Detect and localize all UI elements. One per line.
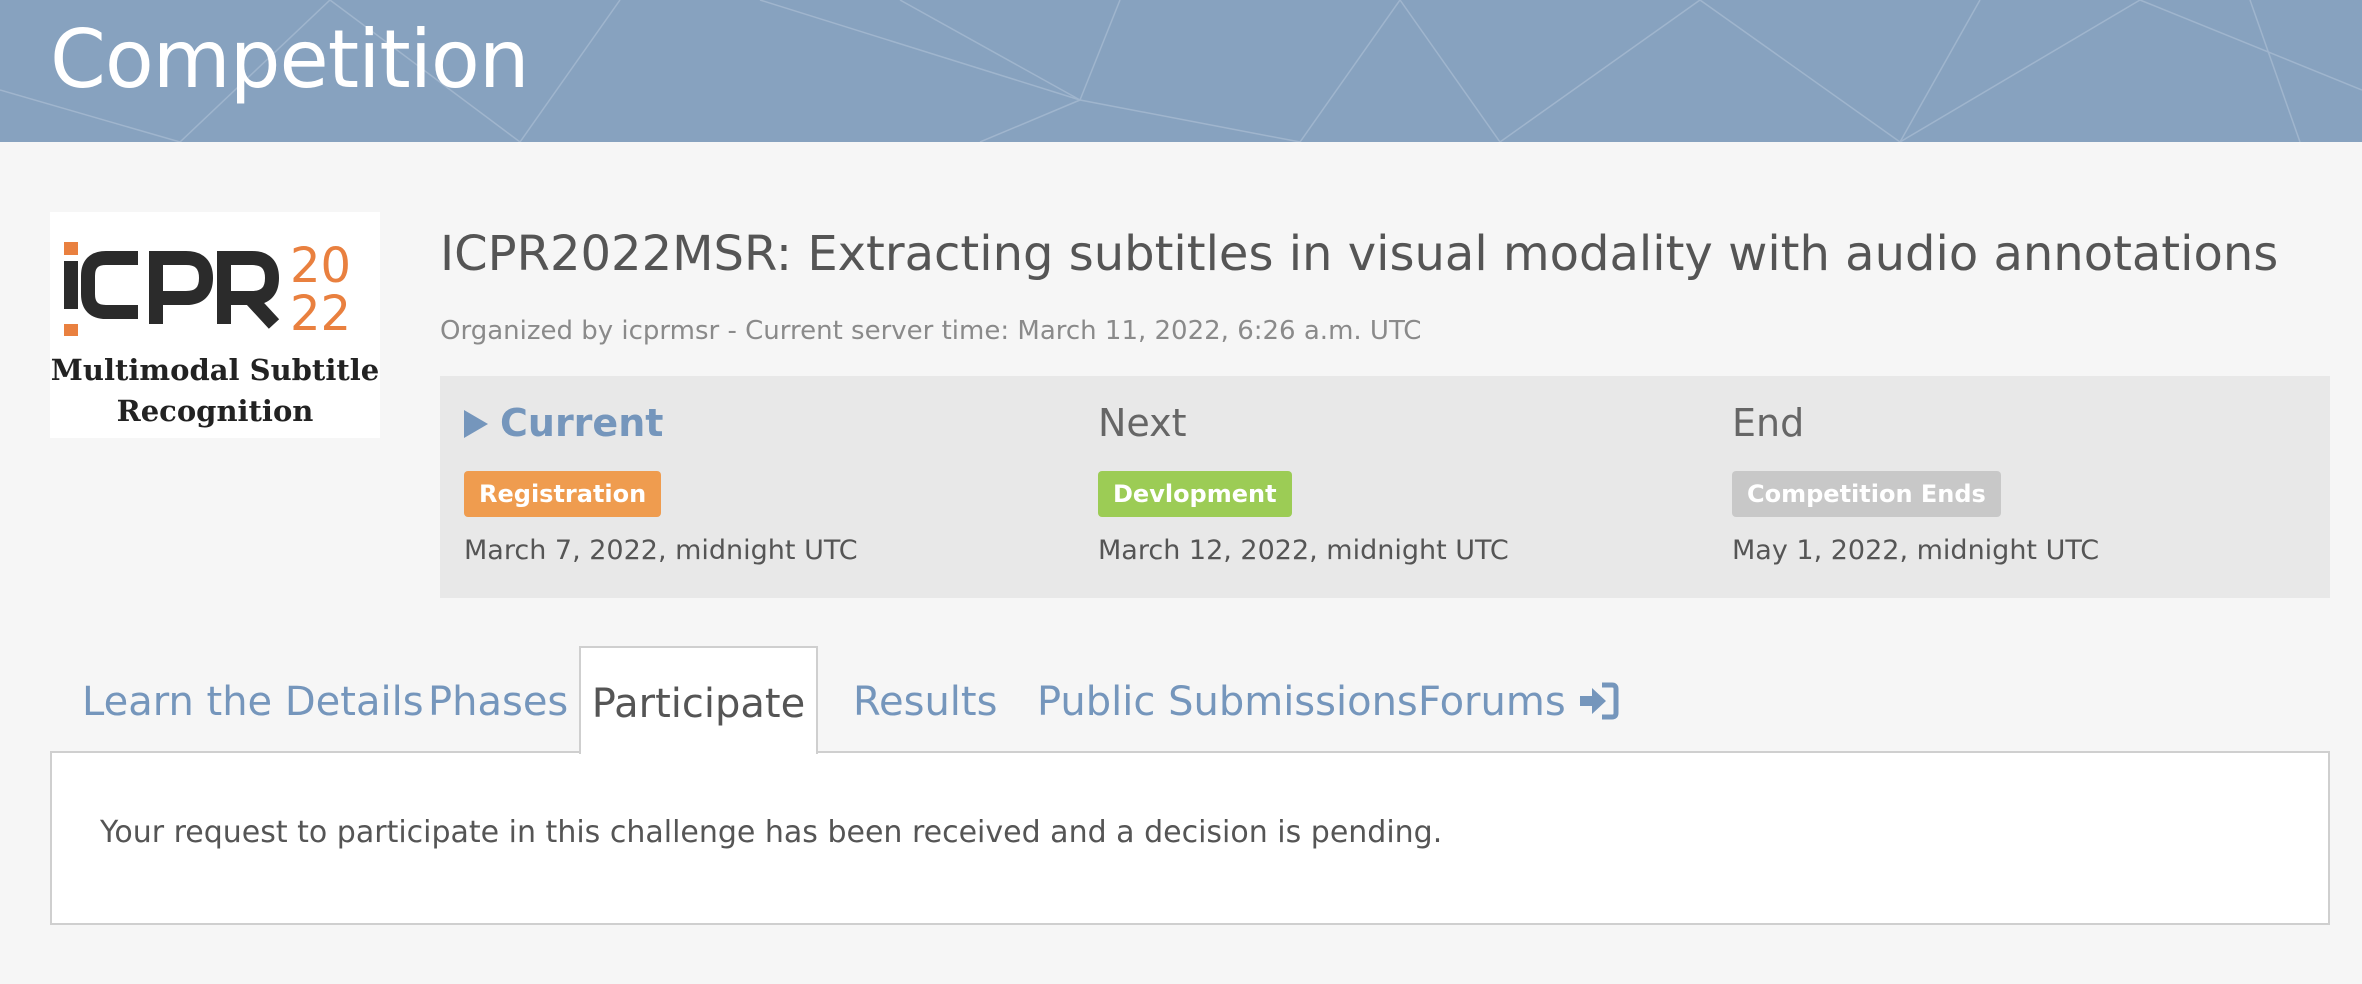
phase-current-date: March 7, 2022, midnight UTC [464,535,858,566]
phase-end-date: May 1, 2022, midnight UTC [1732,535,2100,566]
phase-badge-development: Devlopment [1098,471,1292,517]
tab-phases[interactable]: Phases [428,646,568,752]
tab-learn-the-details[interactable]: Learn the Details [82,646,424,752]
competition-title: ICPR2022MSR: Extracting subtitles in vis… [440,226,2279,282]
logo-caption-line-1: Multimodal Subtitle [50,353,380,387]
icpr-logo-mark: 20 22 [64,238,351,342]
phase-timeline: Current Registration March 7, 2022, midn… [440,376,2330,598]
phase-badge-competition-ends: Competition Ends [1732,471,2001,517]
logo-caption-line-2: Recognition [116,394,314,428]
phase-current-label: Current [500,401,664,445]
phase-next-heading: Next [1098,401,1187,445]
sign-in-icon [1576,652,1620,764]
page-banner: Competition [0,0,2362,142]
play-triangle-icon [464,410,488,438]
banner-title: Competition [50,13,530,106]
phase-current-heading: Current [464,398,663,448]
tab-participate[interactable]: Participate [579,646,818,754]
phase-next-date: March 12, 2022, midnight UTC [1098,535,1509,566]
phase-end-heading: End [1732,401,1805,445]
logo-year-bottom: 22 [290,286,351,342]
tab-forums-label: Forums [1418,679,1566,725]
participate-panel: Your request to participate in this chal… [50,751,2330,925]
tab-forums[interactable]: Forums [1418,646,1620,752]
organizer-and-server-time: Organized by icprmsr - Current server ti… [440,316,1422,346]
participation-status-message: Your request to participate in this chal… [100,815,1443,850]
tab-results[interactable]: Results [853,646,997,752]
tab-public-submissions[interactable]: Public Submissions [1037,646,1418,752]
competition-logo: 20 22 Multimodal Subtitle Recognition [50,212,380,438]
phase-badge-registration: Registration [464,471,662,517]
logo-caption: Multimodal Subtitle Recognition [50,350,380,432]
